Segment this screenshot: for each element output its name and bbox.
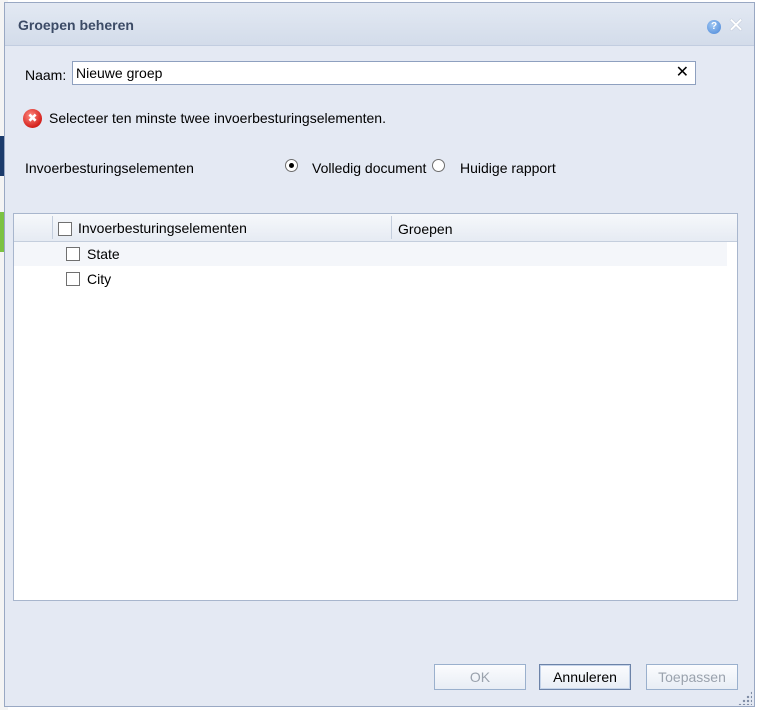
name-field[interactable]: ✕ [72,61,696,85]
row-checkbox-state[interactable] [66,247,80,261]
dialog-title: Groepen beheren [18,17,134,33]
error-icon: ✖ [23,109,42,128]
apply-button[interactable]: Toepassen [646,664,738,690]
column-header-groups[interactable]: Groepen [398,221,452,237]
ok-button[interactable]: OK [434,664,526,690]
table-row[interactable]: State [14,242,727,266]
radio-full-document-label[interactable]: Volledig document [312,160,426,176]
select-all-checkbox[interactable] [58,222,72,236]
clear-icon[interactable]: ✕ [676,63,689,83]
column-header-controls[interactable]: Invoerbesturingselementen [78,220,247,236]
row-label-city: City [87,271,112,287]
controls-grid: Invoerbesturingselementen Groepen State … [13,213,738,601]
dialog-titlebar[interactable]: Groepen beheren ? ✕ [5,3,754,46]
row-label-state: State [87,246,120,262]
error-message: Selecteer ten minste twee invoerbesturin… [49,110,386,126]
name-input[interactable] [76,64,666,82]
input-controls-label: Invoerbesturingselementen [25,160,194,176]
close-icon[interactable]: ✕ [727,16,745,36]
table-row[interactable]: City [14,267,727,291]
radio-current-report[interactable] [432,159,445,172]
column-divider[interactable] [391,216,392,239]
column-divider[interactable] [52,216,53,239]
grid-header: Invoerbesturingselementen Groepen [14,214,737,242]
name-label: Naam: [25,67,67,83]
help-icon[interactable]: ? [707,20,721,34]
manage-groups-dialog: Groepen beheren ? ✕ Naam: ✕ ✖ Selecteer … [4,2,755,707]
row-checkbox-city[interactable] [66,272,80,286]
resize-grip[interactable] [738,691,752,705]
cancel-button[interactable]: Annuleren [539,664,631,690]
radio-current-report-label[interactable]: Huidige rapport [460,160,556,176]
radio-full-document[interactable] [285,159,298,172]
